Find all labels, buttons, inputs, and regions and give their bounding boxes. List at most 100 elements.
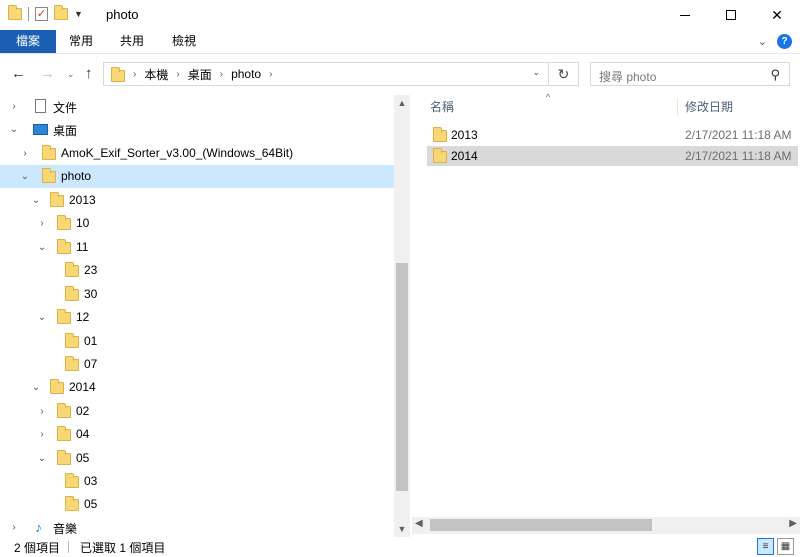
back-arrow-icon[interactable]: ← bbox=[11, 65, 26, 82]
tree-item-10[interactable]: › 10 bbox=[0, 212, 394, 235]
tree-item-amok[interactable]: › AmoK_Exif_Sorter_v3.00_(Windows_64Bit) bbox=[0, 142, 394, 165]
breadcrumb-this-pc[interactable]: 本機 bbox=[144, 66, 168, 83]
tree-item-03[interactable]: 03 bbox=[0, 470, 394, 493]
close-button[interactable]: ✕ bbox=[754, 0, 800, 30]
refresh-button[interactable]: ↻ bbox=[549, 62, 579, 86]
folder-icon bbox=[65, 356, 79, 371]
chevron-right-icon[interactable]: › bbox=[269, 69, 272, 80]
maximize-button[interactable] bbox=[708, 0, 754, 30]
chevron-down-icon[interactable]: ⌄ bbox=[8, 124, 20, 135]
tree-item-30[interactable]: 30 bbox=[0, 283, 394, 306]
tree-item-photo[interactable]: ⌄ photo bbox=[0, 165, 394, 188]
tree-item-11[interactable]: ⌄ 11 bbox=[0, 236, 394, 259]
large-icons-view-icon[interactable]: ▦ bbox=[777, 538, 794, 555]
content-scrollbar[interactable]: ◀ ▶ bbox=[412, 517, 800, 534]
up-arrow-icon[interactable]: ↑ bbox=[85, 65, 93, 82]
column-header-name[interactable]: 名稱 bbox=[430, 95, 454, 119]
chevron-down-icon[interactable]: ⌄ bbox=[30, 195, 42, 206]
forward-arrow-icon[interactable]: → bbox=[40, 65, 55, 82]
chevron-down-icon[interactable]: ⌄ bbox=[36, 453, 48, 464]
desktop-icon bbox=[33, 124, 48, 135]
tab-home[interactable]: 常用 bbox=[56, 30, 106, 53]
ribbon: 檔案 常用 共用 檢視 ⌄ ? bbox=[0, 30, 800, 54]
tree-item-05[interactable]: ⌄ 05 bbox=[0, 447, 394, 470]
expand-ribbon-icon[interactable]: ⌄ bbox=[758, 35, 767, 48]
tree-label: 03 bbox=[84, 474, 98, 488]
tree-item-23[interactable]: 23 bbox=[0, 259, 394, 282]
quick-access-divider bbox=[28, 7, 29, 21]
selected-count: 已選取 1 個項目 bbox=[80, 541, 166, 555]
chevron-right-icon[interactable]: › bbox=[36, 218, 48, 229]
folder-icon bbox=[65, 286, 79, 301]
chevron-down-icon[interactable]: ⌄ bbox=[19, 171, 31, 182]
recent-locations-icon[interactable]: ⌄ bbox=[67, 69, 75, 80]
search-input[interactable]: 搜尋 photo ⚲ bbox=[590, 62, 790, 86]
tree-item-05-sub[interactable]: 05 bbox=[0, 493, 394, 516]
chevron-right-icon[interactable]: › bbox=[8, 101, 20, 112]
music-icon: ♪ bbox=[35, 519, 42, 535]
chevron-right-icon[interactable]: › bbox=[36, 406, 48, 417]
tree-label: AmoK_Exif_Sorter_v3.00_(Windows_64Bit) bbox=[61, 146, 294, 160]
chevron-down-icon[interactable]: ⌄ bbox=[36, 242, 48, 253]
tree-item-documents[interactable]: › 文件 bbox=[0, 95, 394, 118]
tree-item-2014[interactable]: ⌄ 2014 bbox=[0, 376, 394, 399]
chevron-right-icon[interactable]: › bbox=[133, 69, 136, 80]
sort-ascending-icon: ^ bbox=[546, 92, 551, 102]
nav-pane-scrollbar[interactable]: ▲ ▼ bbox=[394, 95, 410, 538]
tree-item-04[interactable]: › 04 bbox=[0, 423, 394, 446]
search-icon[interactable]: ⚲ bbox=[770, 67, 780, 83]
scroll-right-icon[interactable]: ▶ bbox=[789, 518, 797, 529]
chevron-down-icon[interactable]: ⌄ bbox=[532, 67, 540, 78]
tree-item-01[interactable]: 01 bbox=[0, 330, 394, 353]
tab-view[interactable]: 檢視 bbox=[158, 30, 210, 53]
tree-item-12[interactable]: ⌄ 12 bbox=[0, 306, 394, 329]
folder-icon bbox=[57, 450, 71, 465]
tab-share[interactable]: 共用 bbox=[106, 30, 158, 53]
tree-label: 文件 bbox=[53, 101, 78, 115]
details-view-icon[interactable]: ≡ bbox=[757, 538, 774, 555]
scrollbar-thumb[interactable] bbox=[430, 519, 652, 531]
navigation-pane: › 文件 ⌄ 桌面 › AmoK_Exif_Sorter_v3.00_(Wind… bbox=[0, 95, 394, 538]
tree-item-07[interactable]: 07 bbox=[0, 353, 394, 376]
chevron-down-icon[interactable]: ⌄ bbox=[36, 312, 48, 323]
scroll-left-icon[interactable]: ◀ bbox=[415, 518, 423, 529]
new-folder-icon[interactable] bbox=[54, 5, 68, 20]
breadcrumb-desktop[interactable]: 桌面 bbox=[188, 66, 212, 83]
title-bar: ✓ ▼ photo ✕ bbox=[0, 0, 800, 30]
tree-item-music[interactable]: › ♪ 音樂 bbox=[0, 516, 394, 538]
minimize-button[interactable] bbox=[662, 0, 708, 30]
file-row[interactable]: 2014 2/17/2021 11:18 AM bbox=[427, 146, 798, 166]
address-bar[interactable]: › 本機 › 桌面 › photo › ⌄ bbox=[103, 62, 549, 86]
tab-file[interactable]: 檔案 bbox=[0, 30, 56, 53]
chevron-right-icon[interactable]: › bbox=[8, 522, 20, 533]
tree-label: 2014 bbox=[69, 380, 96, 394]
chevron-down-icon[interactable]: ⌄ bbox=[30, 382, 42, 393]
file-row[interactable]: 2013 2/17/2021 11:18 AM bbox=[427, 125, 798, 145]
tree-item-2013[interactable]: ⌄ 2013 bbox=[0, 189, 394, 212]
folder-icon bbox=[433, 127, 447, 142]
chevron-right-icon[interactable]: › bbox=[176, 69, 179, 80]
tree-item-desktop[interactable]: ⌄ 桌面 bbox=[0, 118, 394, 141]
scrollbar-thumb[interactable] bbox=[396, 263, 408, 491]
column-divider[interactable] bbox=[677, 98, 678, 116]
scroll-up-icon[interactable]: ▲ bbox=[394, 95, 410, 112]
folder-icon bbox=[8, 5, 22, 20]
customize-toolbar-icon[interactable]: ▼ bbox=[74, 9, 83, 19]
item-count: 2 個項目 bbox=[14, 541, 61, 555]
chevron-right-icon[interactable]: › bbox=[220, 69, 223, 80]
tree-label: 2013 bbox=[69, 193, 96, 207]
breadcrumb-photo[interactable]: photo bbox=[231, 67, 261, 81]
folder-icon bbox=[42, 168, 56, 183]
help-icon[interactable]: ? bbox=[777, 34, 792, 49]
folder-icon bbox=[57, 309, 71, 324]
tree-label: 11 bbox=[76, 240, 89, 254]
scroll-down-icon[interactable]: ▼ bbox=[394, 521, 410, 538]
tree-label: 10 bbox=[76, 216, 90, 230]
column-header-date[interactable]: 修改日期 bbox=[685, 95, 733, 119]
tree-item-02[interactable]: › 02 bbox=[0, 400, 394, 423]
chevron-right-icon[interactable]: › bbox=[36, 429, 48, 440]
window-title: photo bbox=[106, 7, 139, 22]
search-placeholder: 搜尋 photo bbox=[599, 70, 657, 84]
chevron-right-icon[interactable]: › bbox=[19, 148, 31, 159]
properties-icon[interactable]: ✓ bbox=[35, 7, 48, 21]
